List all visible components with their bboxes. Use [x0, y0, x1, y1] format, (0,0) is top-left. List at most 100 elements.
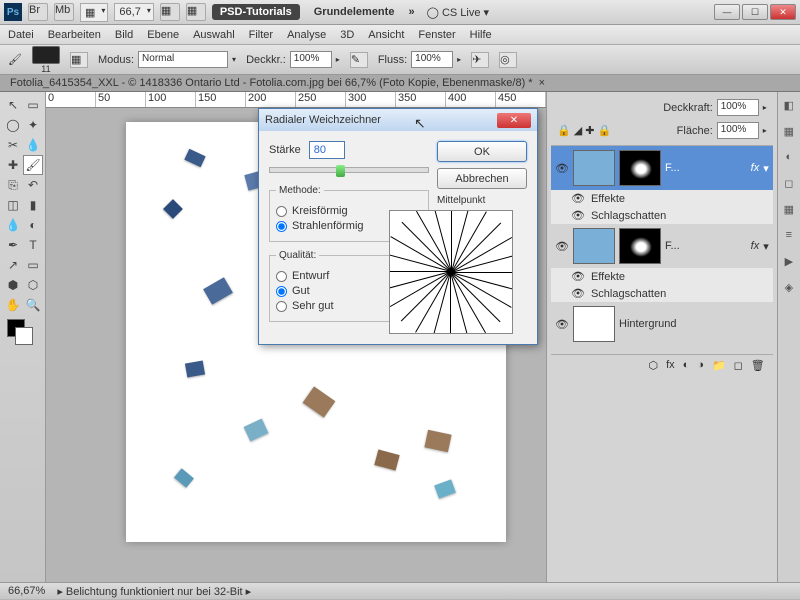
visibility-icon[interactable]: 👁: [555, 162, 569, 175]
folder-icon[interactable]: 📁: [712, 359, 726, 372]
new-icon[interactable]: ◻: [734, 359, 743, 372]
cslive-label[interactable]: CS Live: [442, 7, 481, 19]
layer-2[interactable]: 👁 F... fx▾: [551, 224, 773, 268]
layer-1[interactable]: 👁 F... fx▾: [551, 146, 773, 190]
brush-panel-icon[interactable]: ▦: [70, 52, 88, 68]
menu-hilfe[interactable]: Hilfe: [470, 29, 492, 41]
history-panel-icon[interactable]: ≡: [780, 226, 798, 244]
actions-panel-icon[interactable]: ▶: [780, 252, 798, 270]
eyedrop-tool[interactable]: 💧: [23, 135, 43, 155]
arrange-button[interactable]: ▦: [160, 3, 180, 21]
pressure-opacity-icon[interactable]: ✎: [350, 52, 368, 68]
adjust-panel-icon[interactable]: ◐: [780, 148, 798, 166]
dialog-close-button[interactable]: ✕: [497, 113, 531, 128]
lasso-tool[interactable]: ◯: [3, 115, 23, 135]
zoom-level[interactable]: 66,67%: [8, 585, 45, 597]
opacity-input[interactable]: 100%: [717, 99, 759, 116]
zoom-dd[interactable]: 66,7: [114, 3, 153, 21]
wand-tool[interactable]: ✦: [23, 115, 43, 135]
history-tool[interactable]: ↶: [23, 175, 43, 195]
shape-tool[interactable]: ▭: [23, 255, 43, 275]
heal-tool[interactable]: ✚: [3, 155, 23, 175]
amount-label: Stärke: [269, 144, 301, 156]
mask-icon[interactable]: ◐: [683, 359, 690, 372]
app-icon: Ps: [4, 3, 22, 21]
mb-button[interactable]: Mb: [54, 3, 74, 21]
dodge-tool[interactable]: ◐: [23, 215, 43, 235]
brush-tool[interactable]: 🖌: [23, 155, 43, 175]
extras-button[interactable]: ▦: [186, 3, 206, 21]
menu-3d[interactable]: 3D: [340, 29, 354, 41]
status-msg: Belichtung funktioniert nur bei 32-Bit: [66, 586, 243, 598]
document-tab[interactable]: Fotolia_6415354_XXL - © 1418336 Ontario …: [0, 75, 800, 92]
trash-icon[interactable]: 🗑: [751, 359, 765, 372]
type-tool[interactable]: T: [23, 235, 43, 255]
cancel-button[interactable]: Abbrechen: [437, 168, 527, 189]
menu-analyse[interactable]: Analyse: [287, 29, 326, 41]
visibility-icon[interactable]: 👁: [555, 240, 569, 253]
layers-panel-icon[interactable]: ◈: [780, 278, 798, 296]
3d-cam-tool[interactable]: ⬡: [23, 275, 43, 295]
color-swatches[interactable]: [3, 319, 43, 347]
fx-icon[interactable]: fx: [666, 359, 675, 372]
color-panel-icon[interactable]: ◧: [780, 96, 798, 114]
path-tool[interactable]: ↗: [3, 255, 23, 275]
bridge-button[interactable]: Br: [28, 3, 48, 21]
workspace-tab-psd[interactable]: PSD-Tutorials: [212, 4, 300, 20]
gradient-tool[interactable]: ▮: [23, 195, 43, 215]
layer-actions: ⬡ fx ◐ ◑ 📁 ◻ 🗑: [551, 354, 773, 376]
hand-tool[interactable]: ✋: [3, 295, 23, 315]
schlagschatten-row[interactable]: 👁Schlagschatten: [551, 207, 773, 224]
schlagschatten-row-2[interactable]: 👁Schlagschatten: [551, 285, 773, 302]
menu-ansicht[interactable]: Ansicht: [368, 29, 404, 41]
menu-ebene[interactable]: Ebene: [147, 29, 179, 41]
crop-tool[interactable]: ✂: [3, 135, 23, 155]
menu-bearbeiten[interactable]: Bearbeiten: [48, 29, 101, 41]
brush-preview[interactable]: [32, 46, 60, 64]
ok-button[interactable]: OK: [437, 141, 527, 162]
nav-panel-icon[interactable]: ▦: [780, 200, 798, 218]
mask-thumb: [619, 150, 661, 186]
quality-label: Qualität:: [276, 250, 319, 261]
screen-mode-dd[interactable]: ▦: [80, 3, 108, 22]
menu-fenster[interactable]: Fenster: [418, 29, 455, 41]
eraser-tool[interactable]: ◫: [3, 195, 23, 215]
maximize-button[interactable]: ☐: [742, 4, 768, 20]
fluss-input[interactable]: 100%: [411, 51, 453, 68]
zoom-tool[interactable]: 🔍: [23, 295, 43, 315]
more-icon[interactable]: »: [408, 6, 414, 18]
pen-tool[interactable]: ✒: [3, 235, 23, 255]
effects-row[interactable]: 👁Effekte: [551, 190, 773, 207]
visibility-icon[interactable]: 👁: [555, 318, 569, 331]
menu-bar: Datei Bearbeiten Bild Ebene Auswahl Filt…: [0, 25, 800, 45]
menu-datei[interactable]: Datei: [8, 29, 34, 41]
menu-bild[interactable]: Bild: [115, 29, 133, 41]
3d-tool[interactable]: ⬢: [3, 275, 23, 295]
ruler-horizontal: 050100150200250300350400450: [46, 92, 546, 108]
deckr-input[interactable]: 100%: [290, 51, 332, 68]
effects-row-2[interactable]: 👁Effekte: [551, 268, 773, 285]
blur-tool[interactable]: 💧: [3, 215, 23, 235]
masks-panel-icon[interactable]: ◻: [780, 174, 798, 192]
modus-dd[interactable]: Normal: [138, 51, 228, 68]
fluss-label: Fluss:: [378, 54, 407, 66]
blur-preview[interactable]: [389, 210, 513, 334]
amount-input[interactable]: [309, 141, 345, 159]
minimize-button[interactable]: —: [714, 4, 740, 20]
amount-slider[interactable]: [269, 167, 429, 173]
link-icon[interactable]: ⬡: [648, 359, 658, 372]
pressure-size-icon[interactable]: ◎: [499, 52, 517, 68]
stamp-tool[interactable]: ⎘: [3, 175, 23, 195]
marquee-tool[interactable]: ▭: [23, 95, 43, 115]
layer-background[interactable]: 👁 Hintergrund: [551, 302, 773, 346]
move-tool[interactable]: ↖: [3, 95, 23, 115]
fill-input[interactable]: 100%: [717, 122, 759, 139]
dialog-titlebar[interactable]: Radialer Weichzeichner ✕: [259, 109, 537, 131]
workspace-tab-grund[interactable]: Grundelemente: [306, 4, 403, 20]
adjust-icon[interactable]: ◑: [697, 359, 704, 372]
airbrush-icon[interactable]: ✈: [471, 52, 489, 68]
menu-auswahl[interactable]: Auswahl: [193, 29, 235, 41]
swatches-panel-icon[interactable]: ▦: [780, 122, 798, 140]
menu-filter[interactable]: Filter: [249, 29, 273, 41]
close-button[interactable]: ✕: [770, 4, 796, 20]
